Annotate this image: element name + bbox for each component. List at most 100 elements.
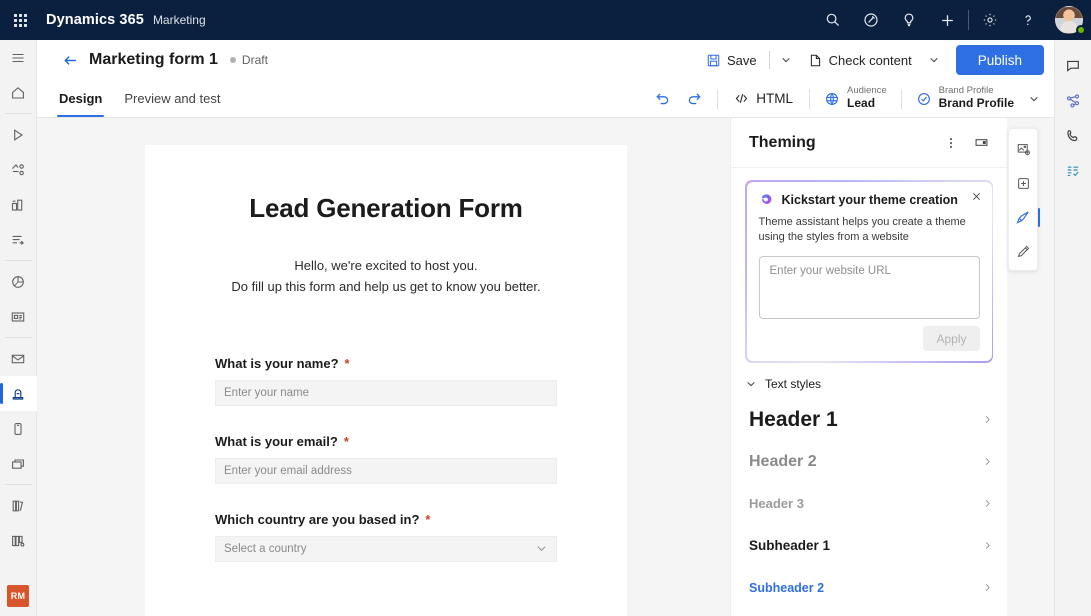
- search-icon: [825, 12, 841, 28]
- form-intro[interactable]: Hello, we're excited to host you. Do fil…: [215, 256, 557, 298]
- save-options-chevron[interactable]: [774, 45, 798, 75]
- help-icon: [1020, 12, 1036, 28]
- brand-value: Brand Profile: [939, 97, 1014, 111]
- checklist-icon: [1065, 163, 1081, 179]
- brand-profile-selector[interactable]: Brand Profile Brand Profile: [910, 83, 1020, 115]
- copilot-theme-card: Kickstart your theme creation Theme assi…: [745, 180, 993, 363]
- undo-icon: [654, 90, 671, 107]
- help-button[interactable]: [1009, 0, 1047, 40]
- add-image-tool-button[interactable]: [1008, 132, 1038, 166]
- sidebar-item-hamburger-menu[interactable]: [0, 40, 37, 75]
- website-url-placeholder: Enter your website URL: [770, 265, 891, 277]
- sidebar-item-forms[interactable]: [0, 376, 37, 411]
- redo-button[interactable]: [679, 84, 709, 114]
- toolbar-divider: [809, 89, 810, 109]
- sidebar-item-assets[interactable]: [0, 222, 37, 257]
- style-row-header-1[interactable]: Header 1: [731, 399, 1007, 441]
- app-launcher-button[interactable]: [0, 0, 40, 40]
- country-select[interactable]: Select a country: [215, 536, 557, 562]
- user-avatar-button[interactable]: [1047, 0, 1091, 40]
- website-url-input[interactable]: Enter your website URL: [759, 256, 980, 319]
- brand-profile-chevron[interactable]: [1022, 84, 1046, 114]
- copilot-close-button[interactable]: [968, 188, 985, 205]
- add-element-tool-button[interactable]: [1008, 166, 1038, 200]
- style-label: Header 3: [749, 496, 804, 511]
- tab-preview-and-test[interactable]: Preview and test: [122, 80, 222, 117]
- form-preview-card[interactable]: Lead Generation Form Hello, we're excite…: [145, 145, 627, 616]
- sidebar-item-home[interactable]: [0, 75, 37, 110]
- play-icon: [10, 127, 26, 143]
- form-intro-line-2: Do fill up this form and help us get to …: [215, 277, 557, 298]
- publish-button[interactable]: Publish: [956, 45, 1044, 75]
- save-label: Save: [727, 53, 757, 68]
- style-row-header-2[interactable]: Header 2: [731, 441, 1007, 483]
- check-content-chevron[interactable]: [922, 45, 946, 75]
- form-field-country[interactable]: Which country are you based in? * Select…: [215, 512, 557, 562]
- tab-design[interactable]: Design: [57, 80, 104, 117]
- form-spacer: [215, 484, 557, 512]
- check-content-button[interactable]: Check content: [800, 45, 920, 75]
- field-label-text: What is your email?: [215, 434, 338, 449]
- theming-expand-button[interactable]: [969, 131, 993, 155]
- sidebar-item-channels[interactable]: [0, 299, 37, 334]
- feedback-button[interactable]: [852, 0, 890, 40]
- sidebar-item-segments[interactable]: [0, 187, 37, 222]
- form-heading[interactable]: Lead Generation Form: [215, 193, 557, 224]
- field-label-text: What is your name?: [215, 356, 339, 371]
- app-name: Marketing: [153, 13, 206, 27]
- form-canvas[interactable]: Lead Generation Form Hello, we're excite…: [37, 118, 730, 616]
- templates-icon: [10, 533, 26, 549]
- sidebar-item-push-notifications[interactable]: [0, 446, 37, 481]
- search-button[interactable]: [814, 0, 852, 40]
- save-button[interactable]: Save: [698, 45, 765, 75]
- style-label: Subheader 1: [749, 538, 830, 553]
- style-row-subheader-2[interactable]: Subheader 2: [731, 567, 1007, 609]
- html-button[interactable]: HTML: [726, 84, 801, 114]
- audience-selector[interactable]: Audience Lead: [818, 83, 893, 115]
- create-new-button[interactable]: [928, 0, 966, 40]
- chat-panel-button[interactable]: [1055, 48, 1091, 83]
- theming-panel: Theming: [730, 118, 1007, 616]
- sidebar-item-templates[interactable]: [0, 523, 37, 558]
- styles-tool-button[interactable]: [1008, 234, 1038, 268]
- redo-icon: [686, 90, 703, 107]
- theming-tool-button[interactable]: [1008, 200, 1038, 234]
- theming-more-button[interactable]: [939, 131, 963, 155]
- plus-icon: [939, 12, 956, 29]
- style-row-header-3[interactable]: Header 3: [731, 483, 1007, 525]
- chevron-down-icon: [535, 542, 548, 555]
- name-input[interactable]: Enter your name: [215, 380, 557, 406]
- form-field-name[interactable]: What is your name? * Enter your name: [215, 356, 557, 406]
- flow-icon: [10, 232, 26, 248]
- form-field-email[interactable]: What is your email? * Enter your email a…: [215, 434, 557, 484]
- status-badge: Draft: [230, 53, 268, 67]
- form-spacer: [215, 406, 557, 434]
- undo-button[interactable]: [647, 84, 677, 114]
- tasks-panel-button[interactable]: [1055, 153, 1091, 188]
- share-panel-button[interactable]: [1055, 83, 1091, 118]
- settings-button[interactable]: [971, 0, 1009, 40]
- environment-badge[interactable]: RM: [7, 585, 29, 607]
- image-plus-icon: [1016, 142, 1031, 157]
- sidebar-item-emails[interactable]: [0, 341, 37, 376]
- expand-panel-icon: [974, 135, 989, 150]
- sidebar-item-triggers[interactable]: [0, 152, 37, 187]
- sidebar-item-analytics[interactable]: [0, 264, 37, 299]
- text-styles-section-header[interactable]: Text styles: [731, 363, 1007, 399]
- sidebar-item-library[interactable]: [0, 488, 37, 523]
- style-row-subheader-1[interactable]: Subheader 1: [731, 525, 1007, 567]
- push-icon: [10, 456, 26, 472]
- email-input[interactable]: Enter your email address: [215, 458, 557, 484]
- sidebar-item-text-messages[interactable]: [0, 411, 37, 446]
- app-root: Dynamics 365 Marketing: [0, 0, 1091, 616]
- apply-button[interactable]: Apply: [923, 326, 979, 351]
- copilot-title-row: Kickstart your theme creation: [759, 193, 980, 208]
- chevron-right-icon: [982, 540, 993, 551]
- call-panel-button[interactable]: [1055, 118, 1091, 153]
- back-button[interactable]: [57, 47, 83, 73]
- sidebar-item-journeys[interactable]: [0, 117, 37, 152]
- required-marker: *: [345, 357, 350, 370]
- rail-divider: [5, 337, 32, 338]
- command-bar: Marketing form 1 Draft Save Check conten…: [37, 40, 1054, 80]
- tips-button[interactable]: [890, 0, 928, 40]
